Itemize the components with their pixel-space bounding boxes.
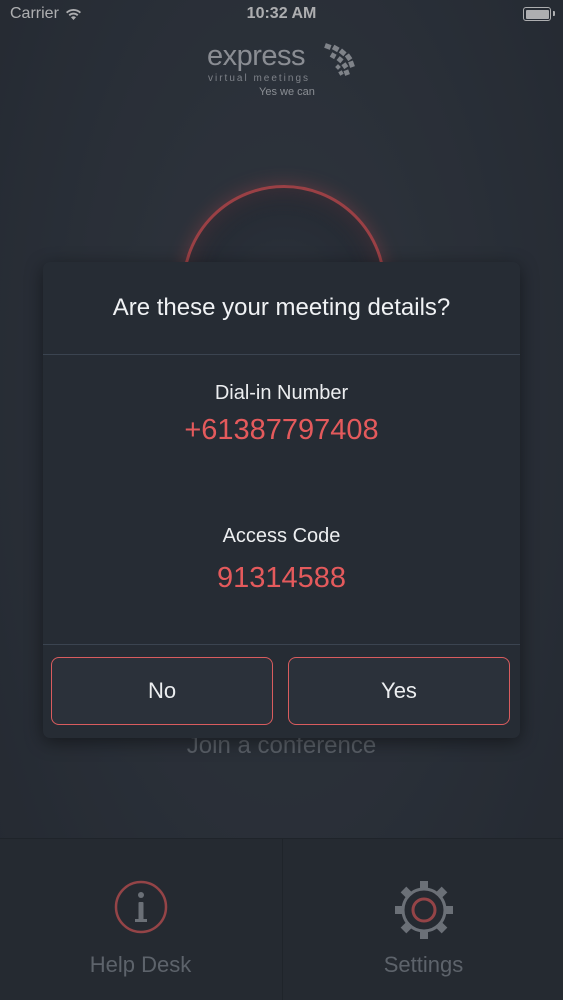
access-code-value: 91314588 [216,562,347,594]
app-screen: Carrier 10:32 AM express virtual meeting… [0,0,563,1000]
meeting-details-dialog: Are these your meeting details? Dial-in … [43,262,520,738]
yes-button[interactable]: Yes [288,657,510,725]
access-code-label: Access Code [222,525,341,547]
dialog-title: Are these your meeting details? [43,262,520,355]
dialog-divider [43,644,520,645]
dial-in-number-label: Dial-in Number [214,382,349,404]
dial-in-number-value: +61387797408 [184,414,379,446]
no-button[interactable]: No [51,657,273,725]
